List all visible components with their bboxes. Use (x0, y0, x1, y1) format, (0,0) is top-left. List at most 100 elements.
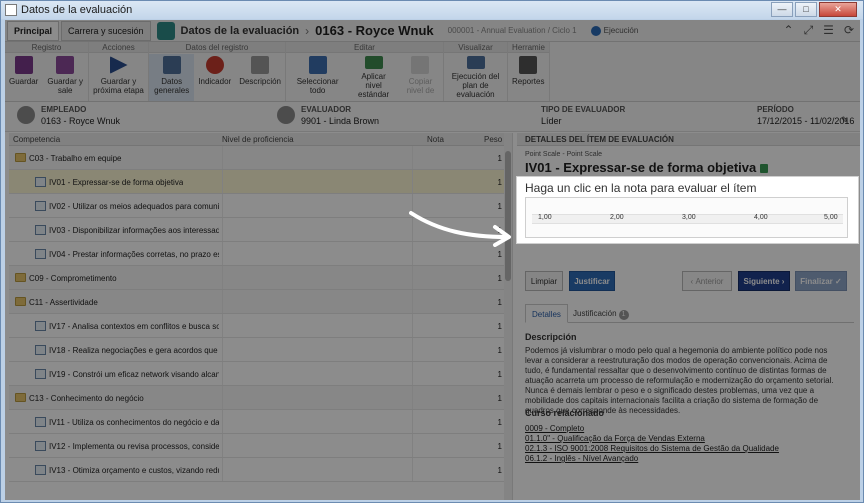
item-row[interactable]: IV01 - Expressar-se de forma objetiva 1 (9, 170, 512, 194)
clear-button[interactable]: Limpiar (525, 271, 563, 291)
save-next-stage-button[interactable]: Guardar y próxima etapa (89, 54, 148, 101)
column-peso[interactable]: Peso (484, 135, 502, 144)
grade-cell[interactable] (412, 266, 467, 289)
proficiency-cell[interactable] (222, 314, 412, 337)
column-competencia[interactable]: Competencia (13, 135, 60, 144)
edit-pencil-icon[interactable]: ✎ (841, 115, 849, 126)
justify-button[interactable]: Justificar (569, 271, 615, 291)
proficiency-cell[interactable] (222, 170, 412, 193)
description-heading: Descripción (525, 332, 577, 342)
grade-cell[interactable] (412, 458, 467, 481)
pointer-arrow-icon (409, 211, 511, 247)
fullscreen-icon[interactable]: ⤢ (804, 23, 814, 38)
group-title: Herramie (508, 42, 549, 53)
refresh-icon[interactable]: ⟳ (844, 23, 854, 38)
item-icon (35, 177, 46, 187)
tab-carrera[interactable]: Carrera y sucesión (61, 20, 151, 41)
proficiency-cell[interactable] (222, 146, 412, 169)
maximize-button[interactable]: □ (795, 2, 817, 17)
course-link[interactable]: 0009 - Completo (525, 424, 845, 434)
competency-row[interactable]: C13 - Conhecimento do negócio 1 (9, 386, 512, 410)
grade-cell[interactable] (412, 290, 467, 313)
proficiency-cell[interactable] (222, 194, 412, 217)
select-all-button[interactable]: Seleccionar todo (286, 54, 349, 101)
finish-button[interactable]: Finalizar ✓ (795, 271, 847, 291)
rating-tick[interactable]: 1,00 (538, 214, 552, 221)
tab-justificacion[interactable]: Justificación 1 (567, 304, 635, 323)
printer-icon (519, 56, 538, 74)
grade-cell[interactable] (412, 434, 467, 457)
proficiency-cell[interactable] (222, 434, 412, 457)
item-row[interactable]: IV11 - Utiliza os conhecimentos do negóc… (9, 410, 512, 434)
proficiency-cell[interactable] (222, 362, 412, 385)
description-button[interactable]: Descripción (235, 54, 285, 101)
rating-tick[interactable]: 4,00 (754, 214, 768, 221)
column-nivel[interactable]: Nivel de proficiencia (222, 135, 294, 144)
copy-level-button[interactable]: Copiar nivel de (398, 54, 443, 101)
grade-cell[interactable] (412, 146, 467, 169)
rating-tick[interactable]: 2,00 (610, 214, 624, 221)
weight-value: 1 (497, 274, 502, 283)
period-value: 17/12/2015 - 11/02/2016 (757, 116, 855, 126)
competency-row[interactable]: C09 - Comprometimento 1 (9, 266, 512, 290)
grade-cell[interactable] (412, 314, 467, 337)
evaluator-type-label: TIPO DE EVALUADOR (541, 105, 626, 114)
apply-standard-level-button[interactable]: Aplicar nivel estándar (349, 54, 398, 101)
grade-cell[interactable] (412, 362, 467, 385)
row-label: C13 - Conhecimento do negócio (29, 394, 144, 403)
indicator-button[interactable]: Indicador (194, 54, 235, 101)
proficiency-cell[interactable] (222, 338, 412, 361)
close-button[interactable]: ✕ (819, 2, 857, 17)
rating-scale[interactable]: 1,00 2,00 3,00 4,00 5,00 (525, 197, 848, 238)
grade-cell[interactable] (412, 338, 467, 361)
proficiency-cell[interactable] (222, 266, 412, 289)
chevron-right-icon: › (305, 23, 310, 38)
proficiency-cell[interactable] (222, 458, 412, 481)
reports-button[interactable]: Reportes (508, 54, 548, 101)
grade-cell[interactable] (412, 386, 467, 409)
proficiency-cell[interactable] (222, 242, 412, 265)
tab-detalles[interactable]: Detalles (525, 304, 568, 323)
table-scrollbar[interactable] (504, 133, 512, 500)
execution-icon (590, 25, 601, 36)
grade-cell[interactable] (412, 170, 467, 193)
course-link[interactable]: 02.1.3 - ISO 9001:2008 Requisitos do Sis… (525, 444, 845, 454)
row-label: C03 - Trabalho em equipe (29, 154, 122, 163)
competency-row[interactable]: C11 - Assertividade 1 (9, 290, 512, 314)
previous-button[interactable]: ‹ Anterior (682, 271, 732, 291)
proficiency-cell[interactable] (222, 386, 412, 409)
general-data-button[interactable]: Datos generales (149, 54, 195, 101)
column-nota[interactable]: Nota (427, 135, 444, 144)
lock-icon (760, 164, 769, 174)
next-stage-icon (109, 56, 128, 74)
rating-tick[interactable]: 5,00 (824, 214, 838, 221)
breadcrumb-module[interactable]: Datos de la evaluación (181, 25, 300, 37)
save-button[interactable]: Guardar (5, 54, 42, 101)
next-button[interactable]: Siguiente › (738, 271, 790, 291)
grade-cell[interactable] (412, 410, 467, 433)
weight-value: 1 (497, 466, 502, 475)
group-datos-registro: Datos del registro Datos generales Indic… (149, 42, 286, 101)
button-label: Copiar nivel de (406, 77, 435, 95)
proficiency-cell[interactable] (222, 218, 412, 241)
save-exit-button[interactable]: Guardar y sale (42, 54, 88, 101)
competency-row[interactable]: C03 - Trabalho em equipe 1 (9, 146, 512, 170)
evaluation-plan-button[interactable]: Ejecución del plan de evaluación (444, 54, 507, 101)
item-row[interactable]: IV18 - Realiza negociações e gera acordo… (9, 338, 512, 362)
rating-tick[interactable]: 3,00 (682, 214, 696, 221)
checklist-icon[interactable]: ☰ (823, 23, 834, 38)
item-row[interactable]: IV12 - Implementa ou revisa processos, c… (9, 434, 512, 458)
proficiency-cell[interactable] (222, 410, 412, 433)
course-link[interactable]: 01.1.0" - Qualificação da Força de Venda… (525, 434, 845, 444)
item-row[interactable]: IV13 - Otimiza orçamento e custos, vizan… (9, 458, 512, 482)
item-row[interactable]: IV19 - Constrói um eficaz network visand… (9, 362, 512, 386)
proficiency-cell[interactable] (222, 290, 412, 313)
title-bar: Datos de la evaluación — □ ✕ (1, 1, 863, 19)
tab-principal[interactable]: Principal (7, 20, 60, 41)
group-registro: Registro Guardar Guardar y sale (5, 42, 89, 101)
collapse-icon[interactable]: ⌃ (784, 23, 794, 38)
minimize-button[interactable]: — (771, 2, 793, 17)
weight-value: 1 (497, 250, 502, 259)
item-row[interactable]: IV17 - Analisa contextos em conflitos e … (9, 314, 512, 338)
course-link[interactable]: 06.1.2 - Inglês - Nível Avançado (525, 454, 845, 464)
